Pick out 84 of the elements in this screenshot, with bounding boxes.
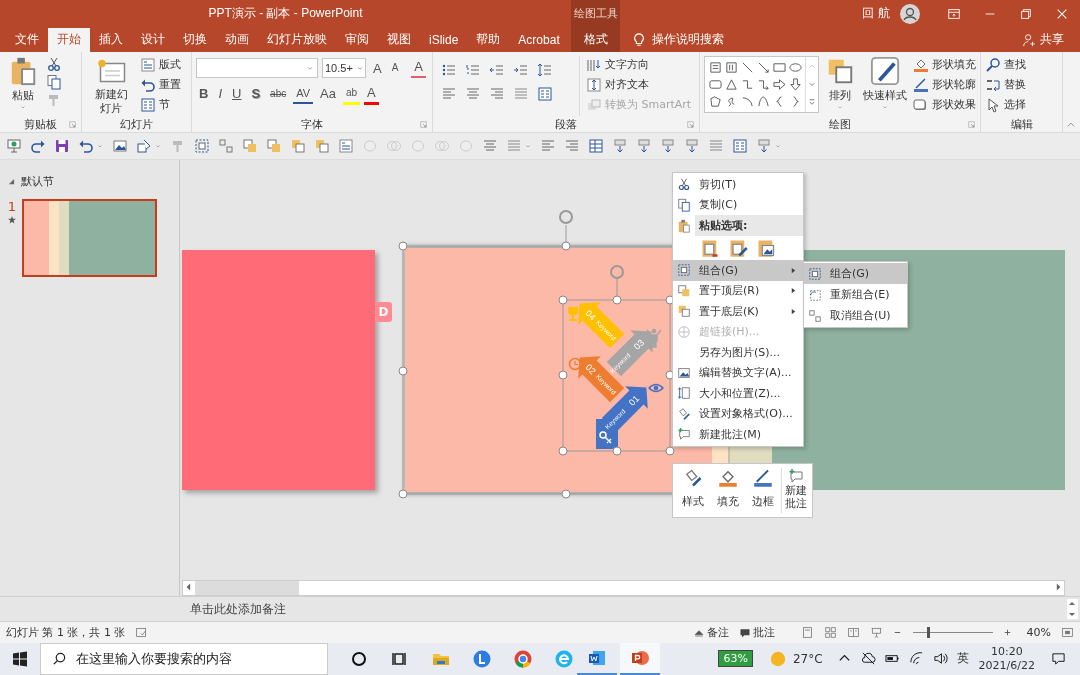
tool-group-label: 绘图工具 <box>571 0 620 28</box>
step-number: 03 <box>631 337 647 352</box>
slide-number: 1 <box>7 199 17 215</box>
ribbon-button[interactable]: 形状效果 <box>913 95 976 114</box>
toolbar-button[interactable]: 样式 <box>675 468 711 513</box>
ribbon-button[interactable]: 节 <box>140 95 181 114</box>
notes-button[interactable]: 备注 <box>692 625 729 641</box>
menu-item[interactable]: 另存为图片(S)... <box>673 342 803 363</box>
menu-item[interactable]: 剪切(T) <box>673 174 803 195</box>
format-button[interactable]: abc <box>267 85 290 104</box>
ribbon-tab[interactable]: 插入 <box>90 27 132 52</box>
ribbon-button[interactable]: 形状轮廓 <box>913 75 976 94</box>
ribbon-button[interactable]: 形状填充 <box>913 55 976 74</box>
toolbar-button[interactable]: 填充 <box>710 468 746 513</box>
ribbon-tab[interactable]: 格式 <box>571 27 620 52</box>
font-color-button[interactable]: A <box>364 83 379 105</box>
menu-item[interactable]: 编辑替换文字(A)... <box>673 362 803 383</box>
ribbon-tab[interactable]: 设计 <box>132 27 174 52</box>
menu-item[interactable]: 新建批注(M) <box>673 424 803 445</box>
ribbon-button[interactable]: 对齐文本 <box>586 75 692 94</box>
ribbon-button[interactable]: 选择 <box>985 95 1026 114</box>
temperature[interactable]: 27°C <box>792 652 823 666</box>
clock-date[interactable]: 2021/6/22 <box>978 659 1035 673</box>
format-button[interactable]: S <box>248 85 264 104</box>
ribbon-tab[interactable]: 幻灯片放映 <box>258 27 336 52</box>
menu-item[interactable]: 复制(C) <box>673 194 803 215</box>
ribbon-tab[interactable]: iSlide <box>420 27 468 52</box>
menu-item[interactable]: 取消组合(U) <box>804 305 907 326</box>
ribbon-tab[interactable]: 切换 <box>174 27 216 52</box>
section-title[interactable]: 默认节 <box>21 174 54 190</box>
ribbon-tab[interactable]: 文件 <box>6 27 48 52</box>
format-button[interactable]: I <box>215 85 225 104</box>
ribbon-button[interactable]: 重置 <box>140 75 181 94</box>
group-label: 绘图 <box>829 116 851 132</box>
zoom-level[interactable]: 40% <box>1026 626 1051 640</box>
group-label: 字体 <box>301 116 323 132</box>
format-button[interactable]: AV <box>293 84 314 105</box>
ribbon-tab[interactable]: 开始 <box>48 27 90 52</box>
input-method-indicator[interactable]: 英 <box>956 650 969 668</box>
menu-item[interactable]: 置于底层(K) <box>673 301 803 322</box>
toolbar-button[interactable]: 新建批注 <box>780 468 810 513</box>
window-title: PPT演示 - 副本 - PowerPoint <box>208 5 363 23</box>
menu-item[interactable]: 大小和位置(Z)... <box>673 383 803 404</box>
menu-item[interactable]: 重新组合(E) <box>804 284 907 305</box>
ribbon-button[interactable]: 替换 <box>985 75 1026 94</box>
ribbon-tab[interactable]: 审阅 <box>336 27 378 52</box>
ribbon-button[interactable]: 版式 <box>140 55 181 74</box>
clock-time[interactable]: 10:20 <box>990 645 1023 659</box>
ribbon-tab[interactable]: 视图 <box>378 27 420 52</box>
clear-format-button[interactable]: A <box>411 57 426 78</box>
font-size-field[interactable]: 10.5+ <box>322 57 366 78</box>
comments-button[interactable]: 批注 <box>738 625 775 641</box>
ribbon-button[interactable]: 查找 <box>985 55 1026 74</box>
group-label: 段落 <box>555 116 577 132</box>
ribbon-tab[interactable]: 帮助 <box>467 27 510 52</box>
format-button[interactable]: U <box>229 85 245 104</box>
menu-item[interactable]: 组合(G) <box>804 263 907 284</box>
tell-me-search[interactable]: 操作说明搜索 <box>652 31 724 49</box>
step-number: 01 <box>626 393 642 408</box>
menu-item[interactable]: 设置对象格式(O)... <box>673 403 803 424</box>
format-button[interactable]: Aa <box>317 85 339 104</box>
menu-item[interactable]: 置于顶层(R) <box>673 280 803 301</box>
font-size-button[interactable]: A <box>388 58 402 77</box>
taskbar-search-field[interactable]: 在这里输入你要搜索的内容 <box>40 643 328 675</box>
user-name: 回 航 <box>862 5 890 23</box>
toolbar-button[interactable]: 边框 <box>745 468 781 513</box>
ribbon-tab[interactable]: Acrobat <box>509 27 569 52</box>
ribbon-button[interactable]: 文字方向 <box>586 55 692 74</box>
menu-header: 粘贴选项: <box>695 215 803 236</box>
ribbon-tab[interactable]: 动画 <box>216 27 258 52</box>
font-size-button[interactable]: A <box>370 57 385 78</box>
format-button[interactable]: B <box>196 85 212 104</box>
share-button[interactable]: 共享 <box>1040 31 1064 49</box>
highlight-button[interactable]: ab <box>342 83 361 105</box>
arrange-button[interactable]: 排列 <box>823 55 857 117</box>
group-label: 剪贴板 <box>24 116 57 132</box>
slide-counter: 幻灯片 第 1 张，共 1 张 <box>6 625 126 641</box>
notes-placeholder[interactable]: 单击此处添加备注 <box>190 600 286 618</box>
group-label: 编辑 <box>1010 116 1033 132</box>
menu-item[interactable]: 组合(G) <box>673 260 803 281</box>
new-slide-button[interactable]: 新建幻灯片 <box>86 55 136 117</box>
paste-button[interactable]: 粘贴 <box>4 55 42 117</box>
quick-styles-button[interactable]: 快速样式 <box>861 55 909 117</box>
group-label: 幻灯片 <box>120 116 153 132</box>
